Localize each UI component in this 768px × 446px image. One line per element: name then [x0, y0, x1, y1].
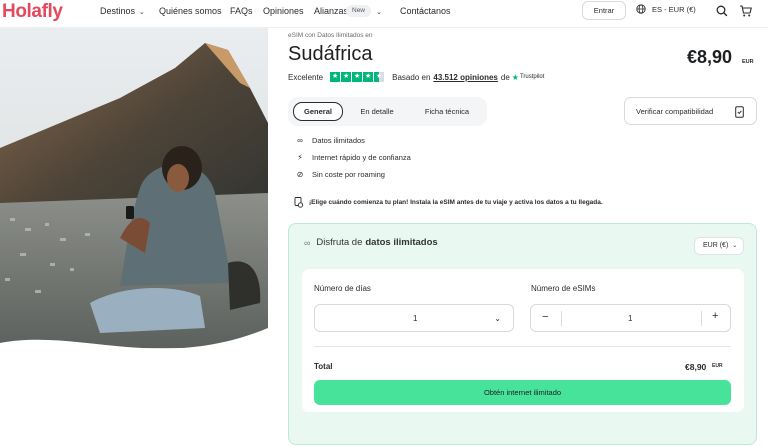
- minus-button[interactable]: −: [542, 311, 548, 323]
- nav-alianzas[interactable]: Alianzas: [314, 6, 348, 16]
- based-on-label: Basado en: [392, 72, 431, 82]
- hand-tap-icon: [294, 197, 304, 208]
- tab-general[interactable]: General: [293, 102, 343, 121]
- star-icon: ★: [341, 72, 352, 82]
- product-price: €8,90: [687, 47, 733, 67]
- feature-label: Sin coste por roaming: [312, 170, 385, 179]
- get-internet-button[interactable]: Obtén internet ilimitado: [314, 380, 731, 405]
- tab-ficha-tecnica[interactable]: Ficha técnica: [413, 102, 481, 121]
- nav-contactanos[interactable]: Contáctanos: [400, 6, 451, 16]
- star-icon: ★: [330, 72, 341, 82]
- feature-unlimited-data: ∞ Datos ilimitados: [294, 136, 365, 145]
- tab-en-detalle[interactable]: En detalle: [348, 102, 406, 121]
- trustpilot-logo: ★ Trustpilot: [510, 73, 545, 82]
- lightning-icon: ⚡︎: [297, 153, 303, 162]
- holafly-logo[interactable]: Holafly: [2, 1, 63, 23]
- login-button[interactable]: Entrar: [582, 1, 626, 20]
- stepper-divider: [701, 311, 702, 326]
- total-value: €8,90: [685, 362, 707, 372]
- currency-select[interactable]: EUR (€) ⌄: [694, 237, 744, 255]
- plus-button[interactable]: +: [712, 310, 718, 322]
- feature-fast-internet: ⚡︎ Internet rápido y de confianza: [294, 153, 411, 162]
- locale-selector[interactable]: ES - EUR (€): [636, 4, 696, 14]
- infinity-icon: ∞: [304, 237, 311, 248]
- esims-value: 1: [628, 314, 633, 323]
- nav-destinos[interactable]: Destinos ⌄: [100, 6, 145, 16]
- currency-select-label: EUR (€): [703, 242, 729, 249]
- star-icon: ★: [352, 72, 363, 82]
- phone-check-icon: [735, 106, 744, 118]
- verify-compatibility-button[interactable]: Verificar compatibilidad: [624, 97, 757, 125]
- total-label: Total: [314, 362, 333, 371]
- product-tabs: General En detalle Ficha técnica: [288, 97, 487, 126]
- trustpilot-stars: ★ ★ ★ ★ ★: [330, 72, 385, 82]
- no-roaming-icon: ⊘: [296, 170, 304, 179]
- page-title: Sudáfrica: [288, 43, 373, 65]
- reviews-of-label: de: [500, 72, 510, 82]
- product-eyebrow: eSIM con Datos Ilimitados en: [288, 32, 373, 39]
- chevron-down-icon: ⌄: [139, 9, 145, 16]
- feature-label: Datos ilimitados: [312, 136, 365, 145]
- stepper-divider: [561, 311, 562, 326]
- alianzas-chevron-icon[interactable]: ⌄: [376, 6, 382, 16]
- star-icon: ★: [363, 72, 374, 82]
- nav-opiniones[interactable]: Opiniones: [263, 6, 304, 16]
- card-title-prefix: Disfruta de: [316, 237, 363, 248]
- site-header: Holafly Destinos ⌄ Quiénes somos FAQs Opi…: [0, 0, 768, 28]
- trustpilot-label: Trustpilot: [519, 74, 545, 80]
- verify-compatibility-label: Verificar compatibilidad: [636, 106, 714, 116]
- hero-image: [0, 28, 268, 368]
- feature-label: Internet rápido y de confianza: [312, 153, 411, 162]
- cart-icon[interactable]: [739, 4, 753, 18]
- globe-icon: [636, 4, 646, 14]
- infinity-icon: ∞: [297, 136, 303, 145]
- esims-stepper[interactable]: − 1 +: [530, 304, 731, 332]
- total-currency: EUR: [712, 363, 723, 369]
- plan-note: ¡Elige cuándo comienza tu plan! Instala …: [294, 197, 603, 208]
- rating-label: Excelente: [288, 72, 324, 82]
- chevron-down-icon: ⌄: [732, 243, 738, 249]
- feature-no-roaming: ⊘ Sin coste por roaming: [294, 170, 385, 179]
- price-currency: EUR: [742, 59, 754, 65]
- nav-faqs[interactable]: FAQs: [230, 6, 253, 16]
- new-badge: New: [346, 5, 372, 17]
- search-icon[interactable]: [715, 4, 729, 18]
- plan-note-text: ¡Elige cuándo comienza tu plan! Instala …: [309, 199, 603, 206]
- rating-row: Excelente ★ ★ ★ ★ ★ Basado en 43.512 opi…: [288, 72, 544, 82]
- half-star-icon: ★: [374, 72, 385, 82]
- chevron-down-icon: ⌄: [376, 9, 382, 16]
- nav-destinos-label: Destinos: [100, 6, 136, 16]
- card-title: ∞ Disfruta de datos ilimitados: [304, 237, 438, 248]
- reviews-link[interactable]: 43.512 opiniones: [433, 73, 497, 82]
- nav-quienes-somos[interactable]: Quiénes somos: [159, 6, 222, 16]
- esims-label: Número de eSIMs: [531, 284, 596, 293]
- trustpilot-star-icon: ★: [511, 72, 519, 82]
- locale-label: ES - EUR (€): [652, 4, 696, 14]
- days-label: Número de días: [314, 284, 371, 293]
- divider: [314, 346, 731, 347]
- days-value: 1: [413, 314, 418, 323]
- card-title-bold: datos ilimitados: [365, 237, 438, 248]
- days-select[interactable]: 1 ⌄: [314, 304, 514, 332]
- chevron-down-icon: ⌄: [494, 314, 501, 323]
